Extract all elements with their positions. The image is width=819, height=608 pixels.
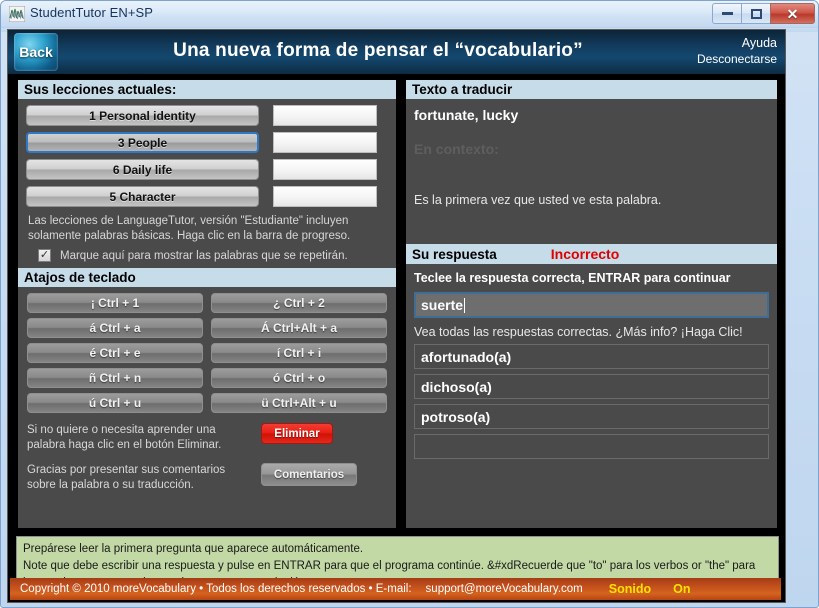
see-all-answers-link[interactable]: Vea todas las respuestas correctas. ¿Más… xyxy=(406,318,777,339)
lesson-button-1[interactable]: 1 Personal identity xyxy=(26,105,259,126)
answer-header-bar: Su respuesta Incorrecto xyxy=(406,244,777,264)
back-button[interactable]: Back xyxy=(14,33,58,71)
page-title: Una nueva forma de pensar el “vocabulari… xyxy=(173,40,583,61)
lesson-progress-5[interactable] xyxy=(273,186,377,207)
back-button-label: Back xyxy=(19,44,53,60)
lesson-row: 5 Character xyxy=(18,186,396,207)
right-panel: Texto a traducir fortunate, lucky En con… xyxy=(404,78,779,530)
feedback-block: Gracias por presentar sus comentarios so… xyxy=(18,453,396,493)
feedback-button[interactable]: Comentarios xyxy=(261,463,357,486)
context-label: En contexto: xyxy=(414,141,499,157)
title-bar: StudentTutor EN+SP ✕ xyxy=(1,1,818,28)
correct-answer-row[interactable]: potroso(a) xyxy=(414,404,769,429)
lesson-button-6[interactable]: 6 Daily life xyxy=(26,159,259,180)
window-controls: ✕ xyxy=(712,3,815,24)
sound-toggle[interactable]: On xyxy=(673,582,690,596)
close-button[interactable]: ✕ xyxy=(770,3,815,24)
shortcut-button[interactable]: ñ Ctrl + n xyxy=(27,368,203,388)
lessons-note: Las lecciones de LanguageTutor, versión … xyxy=(28,215,351,242)
left-panel: Sus lecciones actuales: 1 Personal ident… xyxy=(16,78,398,530)
status-message-line-1: Prepárese leer la primera pregunta que a… xyxy=(23,543,364,555)
answer-header-label: Su respuesta xyxy=(412,246,497,262)
sound-label: Sonido xyxy=(608,582,652,596)
word-to-translate: fortunate, lucky xyxy=(414,107,519,123)
feedback-note: Gracias por presentar sus comentarios so… xyxy=(27,464,226,491)
lesson-row: 1 Personal identity xyxy=(18,105,396,126)
delete-word-block: Si no quiere o necesita aprender una pal… xyxy=(18,413,396,453)
logout-link[interactable]: Desconectarse xyxy=(697,51,777,67)
app-logo-icon xyxy=(9,6,25,22)
app-content: Back Una nueva forma de pensar el “vocab… xyxy=(7,29,786,603)
answer-input[interactable]: suerte xyxy=(414,292,769,318)
footer-bar: Copyright © 2010 moreVocabulary • Todos … xyxy=(10,578,781,600)
shortcut-button[interactable]: í Ctrl + i xyxy=(211,343,387,363)
delete-button[interactable]: Eliminar xyxy=(261,423,333,444)
shortcut-button[interactable]: ¡ Ctrl + 1 xyxy=(27,293,203,313)
shortcuts-grid: ¡ Ctrl + 1 ¿ Ctrl + 2 á Ctrl + a Á Ctrl+… xyxy=(18,287,396,413)
first-time-message: Es la primera vez que usted ve esta pala… xyxy=(414,193,662,207)
copyright-text: Copyright © 2010 moreVocabulary • Todos … xyxy=(20,583,412,595)
translate-header: Texto a traducir xyxy=(406,80,777,99)
header-links: Ayuda Desconectarse xyxy=(697,35,777,67)
application-window: StudentTutor EN+SP ✕ Back Una nueva form… xyxy=(0,0,819,608)
shortcuts-header: Atajos de teclado xyxy=(18,268,396,287)
answer-input-value: suerte xyxy=(421,297,464,313)
text-caret xyxy=(464,297,466,313)
shortcut-button[interactable]: ú Ctrl + u xyxy=(27,393,203,413)
lesson-progress-6[interactable] xyxy=(273,159,377,180)
shortcut-button[interactable]: é Ctrl + e xyxy=(27,343,203,363)
shortcut-button[interactable]: ü Ctrl+Alt + u xyxy=(211,393,387,413)
minimize-icon xyxy=(721,12,733,15)
window-frame: StudentTutor EN+SP ✕ Back Una nueva form… xyxy=(0,0,819,608)
lesson-row: 6 Daily life xyxy=(18,159,396,180)
repeat-words-checkbox-row[interactable]: ✓ Marque aquí para mostrar las palabras … xyxy=(18,244,396,268)
lesson-button-3[interactable]: 3 People xyxy=(26,132,259,153)
correct-answer-row[interactable]: dichoso(a) xyxy=(414,374,769,399)
lesson-row: 3 People xyxy=(18,132,396,153)
shortcut-button[interactable]: Á Ctrl+Alt + a xyxy=(211,318,387,338)
shortcut-button[interactable]: ¿ Ctrl + 2 xyxy=(211,293,387,313)
close-icon: ✕ xyxy=(786,5,799,22)
correct-answer-text: potroso(a) xyxy=(421,408,491,425)
lessons-header: Sus lecciones actuales: xyxy=(18,80,396,99)
correct-answer-row-empty[interactable] xyxy=(414,434,769,459)
repeat-words-label: Marque aquí para mostrar las palabras qu… xyxy=(60,249,348,262)
lesson-progress-3[interactable] xyxy=(273,132,377,153)
correct-answer-text: afortunado(a) xyxy=(421,348,512,365)
app-header: Back Una nueva forma de pensar el “vocab… xyxy=(8,30,785,74)
maximize-icon xyxy=(750,8,762,19)
checkbox-icon[interactable]: ✓ xyxy=(38,249,51,262)
shortcut-button[interactable]: ó Ctrl + o xyxy=(211,368,387,388)
shortcut-button[interactable]: á Ctrl + a xyxy=(27,318,203,338)
correct-answer-text: dichoso(a) xyxy=(421,378,492,395)
window-title: StudentTutor EN+SP xyxy=(30,5,154,20)
answer-instruction: Teclee la respuesta correcta, ENTRAR par… xyxy=(414,271,731,285)
lesson-progress-1[interactable] xyxy=(273,105,377,126)
help-link[interactable]: Ayuda xyxy=(697,35,777,51)
delete-note: Si no quiere o necesita aprender una pal… xyxy=(27,424,222,451)
correct-answer-row[interactable]: afortunado(a) xyxy=(414,344,769,369)
maximize-button[interactable] xyxy=(741,3,770,24)
lesson-button-5[interactable]: 5 Character xyxy=(26,186,259,207)
support-email[interactable]: support@moreVocabulary.com xyxy=(426,583,583,595)
status-badge: Incorrecto xyxy=(550,246,620,262)
minimize-button[interactable] xyxy=(712,3,741,24)
